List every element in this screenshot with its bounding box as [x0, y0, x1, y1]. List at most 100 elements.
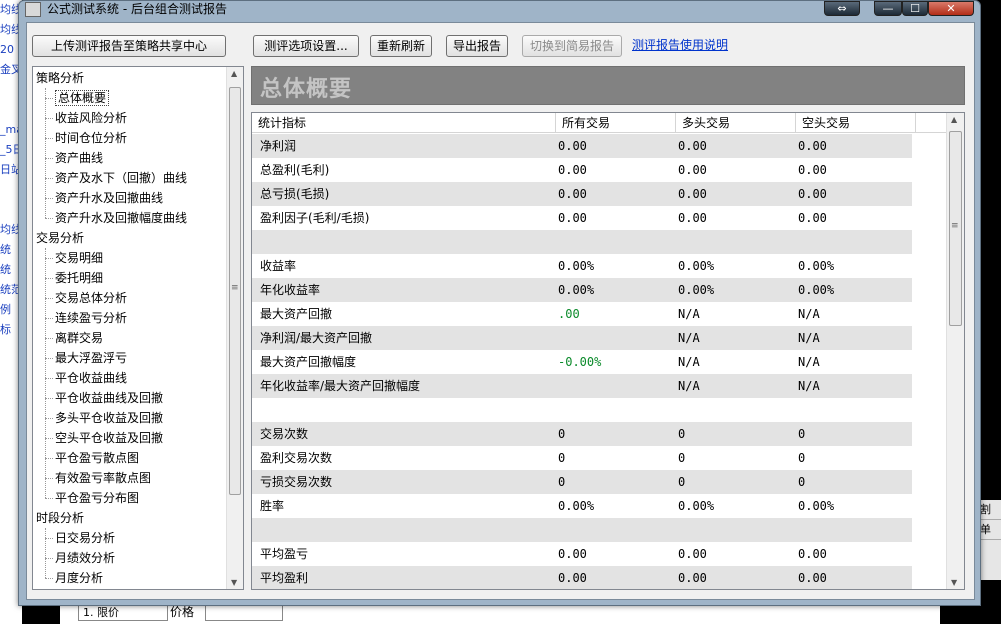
tree-item[interactable]: 空头平仓收益及回撤: [55, 428, 163, 448]
scroll-down-icon[interactable]: ▼: [231, 578, 237, 587]
tree-item[interactable]: 多头平仓收益及回撤: [55, 408, 163, 428]
metric-name: 平均盈亏: [260, 547, 309, 561]
tree-item[interactable]: 交易总体分析: [55, 288, 127, 308]
scroll-up-icon[interactable]: ▲: [231, 69, 237, 78]
tree-scrollbar[interactable]: ▲ ≡ ▼: [226, 67, 243, 589]
tree-connector: [45, 298, 53, 299]
value-short-trades: 0.00%: [798, 283, 835, 297]
table-row: 盈利因子(毛利/毛损) 0.00 0.00 0.00: [252, 206, 912, 230]
upload-report-button[interactable]: 上传测评报告至策略共享中心: [32, 35, 226, 57]
table-row: 最大资产回撤 .00 N/A N/A: [252, 302, 912, 326]
tree-item[interactable]: 平仓收益曲线及回撤: [55, 388, 163, 408]
table-row: [252, 230, 912, 254]
value-all-trades: 0.00: [558, 211, 587, 225]
table-row: 盈利交易次数 0 0 0: [252, 446, 912, 470]
tree-item[interactable]: 离群交易: [55, 328, 103, 348]
metric-name: 胜率: [260, 499, 285, 513]
metric-name: 净利润: [260, 139, 297, 153]
tree-item[interactable]: 资产及水下（回撤）曲线: [55, 168, 187, 188]
tree-item[interactable]: 最大浮盈浮亏: [55, 348, 127, 368]
app-icon: [25, 2, 41, 17]
table-row: 年化收益率 0.00% 0.00% 0.00%: [252, 278, 912, 302]
column-header[interactable]: 所有交易: [556, 113, 676, 133]
refresh-button[interactable]: 重新刷新: [370, 35, 432, 57]
value-all-trades: -0.00%: [558, 355, 602, 369]
switch-simple-report-button[interactable]: 切换到简易报告: [522, 35, 622, 57]
value-short-trades: N/A: [798, 331, 820, 345]
tree-item-label: 空头平仓收益及回撤: [55, 431, 164, 445]
tree-item[interactable]: 时间仓位分析: [55, 128, 127, 148]
tree-item[interactable]: 日交易分析: [55, 528, 115, 548]
report-help-link[interactable]: 测评报告使用说明: [632, 36, 728, 53]
value-short-trades: N/A: [798, 355, 820, 369]
value-all-trades: 0.00: [558, 187, 587, 201]
tree-item[interactable]: 收益风险分析: [55, 108, 127, 128]
tree-item-label: 月绩效分析: [55, 551, 116, 565]
tree-item-label: 交易明细: [55, 251, 104, 265]
scroll-down-icon[interactable]: ▼: [951, 578, 957, 587]
tree-item[interactable]: 连续盈亏分析: [55, 308, 127, 328]
tree-item-label: 资产及水下（回撤）曲线: [55, 171, 188, 185]
value-long-trades: 0.00%: [678, 283, 715, 297]
value-short-trades: N/A: [798, 307, 820, 321]
tree-item[interactable]: 资产升水及回撤曲线: [55, 188, 163, 208]
export-report-button[interactable]: 导出报告: [446, 35, 508, 57]
tree-connector: [45, 418, 53, 419]
tree-item-label: 资产曲线: [55, 151, 104, 165]
value-long-trades: N/A: [678, 379, 700, 393]
column-header[interactable]: 空头交易: [796, 113, 916, 133]
tree-item-label: 委托明细: [55, 271, 104, 285]
tree-item[interactable]: 平仓收益曲线: [55, 368, 127, 388]
scroll-up-icon[interactable]: ▲: [951, 115, 957, 124]
grip-icon: ≡: [231, 283, 239, 293]
tree-item-label: 平仓收益曲线及回撤: [55, 391, 164, 405]
tree-item-label: 离群交易: [55, 331, 104, 345]
tree-item-label: 日交易分析: [55, 531, 116, 545]
minimize-button[interactable]: —: [874, 1, 902, 16]
tree-item-label: 平仓收益曲线: [55, 371, 128, 385]
tree-category[interactable]: 策略分析: [36, 68, 84, 88]
title-bar[interactable]: 公式测试系统 - 后台组合测试报告 ⇔ — ☐ ✕: [19, 1, 980, 19]
tree-item[interactable]: 委托明细: [55, 268, 103, 288]
tree-item[interactable]: 平仓盈亏分布图: [55, 488, 139, 508]
tree-item-label: 总体概要: [55, 90, 110, 106]
close-button[interactable]: ✕: [928, 1, 974, 16]
grid-scrollbar[interactable]: ▲ ≡ ▼: [946, 113, 964, 589]
tree-item[interactable]: 资产升水及回撤幅度曲线: [55, 208, 187, 228]
tree-item-label: 连续盈亏分析: [55, 311, 128, 325]
value-short-trades: 0: [798, 451, 806, 465]
value-long-trades: 0.00: [678, 211, 707, 225]
value-short-trades: 0.00: [798, 139, 827, 153]
value-all-trades: 0.00: [558, 547, 587, 561]
grid-header: 统计指标 所有交易 多头交易 空头交易: [252, 113, 947, 133]
value-short-trades: 0.00: [798, 187, 827, 201]
tree-item[interactable]: 资产曲线: [55, 148, 103, 168]
report-nav-tree[interactable]: ▲ ≡ ▼ 策略分析总体概要收益风险分析 时间仓位分析资产曲线资产及水下（回撤）曲…: [32, 66, 244, 590]
tree-connector: [45, 258, 53, 259]
value-short-trades: 0.00: [798, 163, 827, 177]
tree-item-label: 平仓盈亏分布图: [55, 491, 140, 505]
tree-item[interactable]: 总体概要: [55, 88, 110, 108]
tree-item[interactable]: 月绩效分析: [55, 548, 115, 568]
tree-item[interactable]: 平仓盈亏散点图: [55, 448, 139, 468]
tree-category[interactable]: 时段分析: [36, 508, 84, 528]
maximize-button[interactable]: ☐: [902, 1, 928, 16]
tree-category[interactable]: 交易分析: [36, 228, 84, 248]
metric-name: 年化收益率/最大资产回撤幅度: [260, 379, 421, 393]
tree-item[interactable]: 月度分析: [55, 568, 103, 588]
tree-item[interactable]: 有效盈亏率散点图: [55, 468, 151, 488]
value-long-trades: 0: [678, 427, 686, 441]
value-long-trades: 0: [678, 451, 686, 465]
restore-size-button[interactable]: ⇔: [824, 1, 860, 16]
test-options-button[interactable]: 测评选项设置...: [253, 35, 359, 57]
column-header[interactable]: 多头交易: [676, 113, 796, 133]
tree-connector: [45, 498, 53, 499]
table-row: 平均盈利 0.00 0.00 0.00: [252, 566, 912, 589]
value-long-trades: N/A: [678, 355, 700, 369]
value-long-trades: N/A: [678, 331, 700, 345]
tree-item[interactable]: 交易明细: [55, 248, 103, 268]
column-header[interactable]: 统计指标: [252, 113, 556, 133]
value-all-trades: 0: [558, 475, 566, 489]
table-row: 年化收益率/最大资产回撤幅度 N/A N/A: [252, 374, 912, 398]
grip-icon: ≡: [951, 221, 959, 231]
